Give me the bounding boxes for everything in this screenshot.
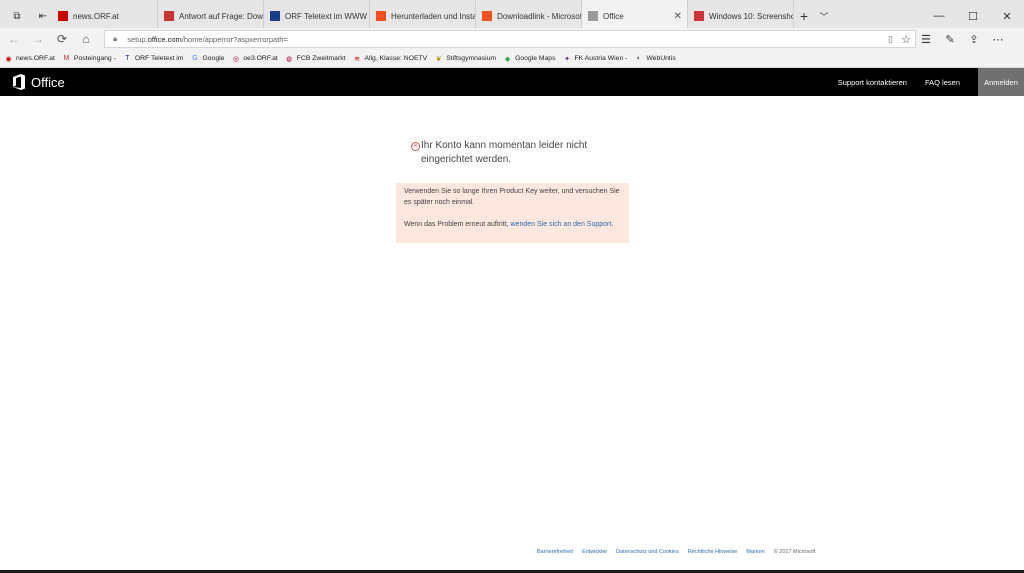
footer-link[interactable]: Marken [746,549,764,555]
microsoft-icon [482,11,492,21]
orf-icon [58,11,68,21]
address-path: /home/apperror?aspxerrorpath= [181,34,288,44]
tab-label: Antwort auf Frage: Download [179,11,264,21]
tab-label: news.ORF.at [73,11,119,21]
favorite-item[interactable]: G Google [190,54,224,63]
google-icon: G [192,55,198,62]
address-bar[interactable]: 🔒︎ setup. office.com/home/apperror?aspxer… [104,30,916,48]
faq-link[interactable]: FAQ lesen [925,78,960,87]
favorite-item[interactable]: ❦ Stiftsgymnasium [434,54,496,63]
tab-label: Windows 10: Screenshot er [709,11,794,21]
tab-preview-icon[interactable]: ⧉ [13,11,20,22]
footer-link[interactable]: Datenschutz und Cookies [616,549,679,555]
error-heading: × Ihr Konto kann momentan leider nicht e… [411,139,611,167]
bookmark-icon [694,11,704,21]
copyright: © 2017 Microsoft [773,549,816,555]
more-icon[interactable]: ⋯ [986,28,1010,50]
page-icon [588,11,598,21]
error-icon: × [411,142,420,151]
maps-icon: ◆ [504,55,511,63]
favorite-label: Google [202,55,225,62]
office-brand: Office [31,74,65,90]
favorite-label: ORF Teletext im [134,55,184,62]
oe3-icon: ◎ [232,55,239,63]
footer: Barrierefreiheit Entwickler Datenschutz un… [537,549,815,555]
back-button[interactable]: ← [2,28,26,50]
office-header: Office Support kontaktieren FAQ lesen An… [0,68,1024,96]
school-icon: ❦ [435,55,442,63]
orf-icon: ◉ [5,55,12,63]
tab-close-icon[interactable]: ✕ [674,11,682,22]
error-alert-box: Verwenden Sie so lange Ihren Product Key… [396,183,629,243]
home-button[interactable]: ⌂ [74,28,98,50]
favorite-item[interactable]: ◉ news.ORF.at [4,54,55,63]
teletext-icon: T [125,55,130,62]
favorite-label: Stiftsgymnasium [446,55,497,62]
contact-support-link[interactable]: wenden Sie sich an den Support. [511,221,614,228]
footer-link[interactable]: Entwickler [582,549,607,555]
set-aside-tabs-icon[interactable]: ⇤ [39,11,47,22]
favorite-label: WebUntis [646,55,676,62]
address-host: office.com [147,34,182,44]
office-header-links: Support kontaktieren FAQ lesen Anmelden [838,68,1024,96]
favorite-star-icon[interactable]: ☆ [901,33,911,46]
favorite-item[interactable]: ◍ FCB Zweitmarkt [285,54,346,63]
hub-icon[interactable]: ☰ [914,28,938,50]
lock-icon: 🔒︎ [113,34,118,43]
noetv-icon: ≋ [354,55,360,63]
favorite-item[interactable]: M Posteingang - [62,54,116,63]
gmail-icon: M [63,55,70,62]
webuntis-icon: ◐ [636,55,641,62]
favorite-item[interactable]: ≋ Allg. Klasse: NOETV [353,54,428,63]
web-note-icon[interactable]: ✎ [938,28,962,50]
austria-icon: ✦ [564,55,570,63]
error-message-2-prefix: Wenn das Problem erneut auftritt, [404,221,509,228]
footer-link[interactable]: Rechtliche Hinweise [688,549,738,555]
toolbar-right: ☰ ✎ ⇪ ⋯ [914,28,1010,50]
forward-button[interactable]: → [26,28,50,50]
address-prefix: setup. [127,34,148,44]
favorite-item[interactable]: ◎ oe3.ORF.at [231,54,278,63]
microsoft-icon [376,11,386,21]
favorite-label: Posteingang - [73,55,116,62]
favorite-label: news.ORF.at [16,55,55,62]
office-logo-icon [13,74,25,90]
office-logo[interactable]: Office [12,74,65,90]
tab-label: ORF Teletext im WWW [285,11,368,21]
favorite-label: FCB Zweitmarkt [296,55,346,62]
teletext-icon [270,11,280,21]
fcb-icon: ◍ [286,55,293,63]
favorite-label: FK Austria Wien - [574,55,628,62]
refresh-button[interactable]: ⟳ [50,28,74,50]
favorite-item[interactable]: ✦ FK Austria Wien - [563,54,628,63]
error-message-2: Wenn das Problem erneut auftritt, wenden… [404,219,621,230]
error-message-1: Verwenden Sie so lange Ihren Product Key… [404,188,620,206]
footer-link[interactable]: Barrierefreiheit [537,549,573,555]
error-title-text: Ihr Konto kann momentan leider nicht ein… [421,140,588,165]
reading-view-icon[interactable]: ▯ [888,34,893,45]
gmail-icon [164,11,174,21]
tab-label: Office [603,11,624,21]
navigation-bar: ← → ⟳ ⌂ 🔒︎ setup. office.com/home/apperro… [0,28,1024,50]
tab-label: Herunterladen und Installier [391,11,476,21]
favorite-label: oe3.ORF.at [243,55,278,62]
page-content: × Ihr Konto kann momentan leider nicht e… [0,96,1024,573]
tab-label: Downloadlink - Microsoft C [497,11,582,21]
favorite-item[interactable]: ◆ Google Maps [503,54,556,63]
favorite-label: Google Maps [515,55,556,62]
favorite-label: Allg. Klasse: NOETV [364,55,428,62]
favorite-item[interactable]: ◐ WebUntis [634,54,676,63]
favorite-item[interactable]: T ORF Teletext im [123,54,184,63]
signin-button[interactable]: Anmelden [978,68,1024,96]
share-icon[interactable]: ⇪ [962,28,986,50]
favorites-bar: ◉ news.ORF.at M Posteingang - T ORF Teletext … [0,50,1024,68]
support-link[interactable]: Support kontaktieren [838,78,907,87]
